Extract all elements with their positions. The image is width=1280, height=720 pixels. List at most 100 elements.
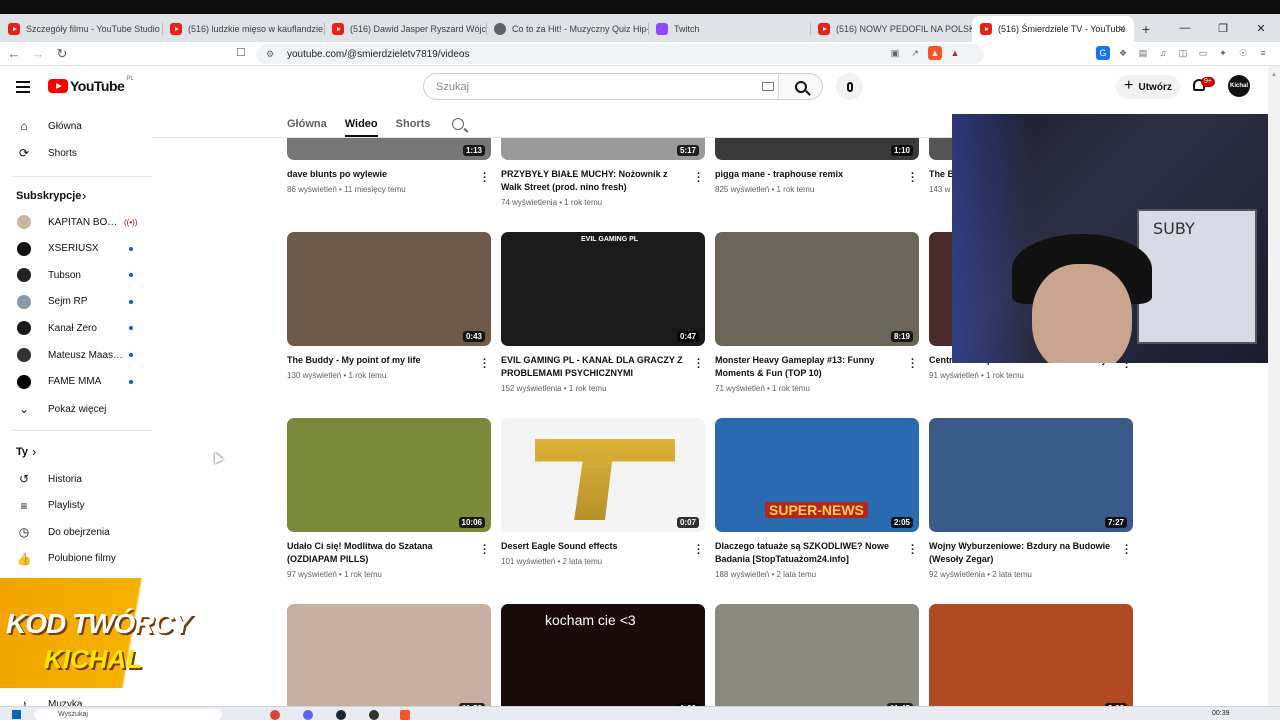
tab-shorts[interactable]: Shorts xyxy=(396,118,431,130)
music-icon[interactable]: ♫ xyxy=(1156,46,1170,60)
obs-icon[interactable] xyxy=(369,710,379,720)
sidebar-item-history[interactable]: ↺ Historia xyxy=(0,466,152,492)
steam-icon[interactable] xyxy=(336,710,346,720)
sidebar-item-like[interactable]: 👍 Polubione filmy xyxy=(0,546,152,572)
vpn-icon[interactable]: ☉ xyxy=(1236,46,1250,60)
video-thumbnail[interactable]: 11:45 xyxy=(715,604,919,706)
chevron-right-icon[interactable]: › xyxy=(32,444,36,459)
video-title[interactable]: Wojny Wyburzeniowe: Bzdury na Budowie (W… xyxy=(929,540,1115,566)
subscriptions-heading[interactable]: Subskrypcje xyxy=(16,190,81,202)
scroll-up-icon[interactable]: ▲ xyxy=(1271,72,1277,82)
sidebar-item-playlist[interactable]: ≡ Playlisty xyxy=(0,493,152,519)
discord-icon[interactable] xyxy=(303,710,313,720)
site-info-icon[interactable]: ⚙ xyxy=(266,49,277,60)
taskbar-search[interactable]: Wyszukaj xyxy=(34,709,222,720)
video-title[interactable]: Monster Heavy Gameplay #13: Funny Moment… xyxy=(715,354,901,380)
video-thumbnail[interactable]: 1:22kocham cie <3 xyxy=(501,604,705,706)
sidebar-item-subscription[interactable]: Tubson xyxy=(0,262,152,288)
more-options-icon[interactable]: ··· xyxy=(697,355,701,374)
video-title[interactable]: pigga mane - traphouse remix xyxy=(715,168,901,181)
video-title[interactable]: dave blunts po wylewie xyxy=(287,168,473,181)
video-title[interactable]: EVIL GAMING PL - KANAŁ DLA GRACZY Z PROB… xyxy=(501,354,687,380)
forward-icon[interactable]: → xyxy=(28,46,48,61)
show-more-button[interactable]: ⌄ Pokaż więcej xyxy=(0,396,152,422)
video-thumbnail[interactable]: 8:19 xyxy=(715,232,919,346)
sidebar-item-subscription[interactable]: Mateusz Maash... xyxy=(0,342,152,368)
close-window-icon[interactable]: ✕ xyxy=(1242,22,1280,35)
video-thumbnail[interactable]: 10:06 xyxy=(287,418,491,532)
video-thumbnail[interactable]: 2:33 xyxy=(929,604,1133,706)
video-card[interactable]: 11:52 xyxy=(287,604,491,706)
wallet-icon[interactable]: ▭ xyxy=(1196,46,1210,60)
browser-tab[interactable]: Szczegóły filmu - YouTube Studio xyxy=(0,16,162,42)
brave-shield-icon[interactable]: ▲ xyxy=(928,46,942,60)
minimize-icon[interactable]: — xyxy=(1166,22,1204,34)
tab-videos[interactable]: Wideo xyxy=(344,118,378,137)
video-thumbnail[interactable]: 0:07 xyxy=(501,418,705,532)
sidebar-item-subscription[interactable]: KAPITAN BOMB... ((•)) xyxy=(0,209,152,235)
sidebar-item-home[interactable]: ⌂ Główna xyxy=(0,113,152,139)
back-icon[interactable]: ← xyxy=(4,46,24,61)
video-title[interactable]: The Buddy - My point of my life xyxy=(287,354,473,367)
search-button[interactable] xyxy=(778,74,822,99)
ai-icon[interactable]: ✦ xyxy=(1216,46,1230,60)
video-title[interactable]: Desert Eagle Sound effects xyxy=(501,540,687,553)
media-icon[interactable]: ▤ xyxy=(1136,46,1150,60)
video-thumbnail[interactable]: 7:27 xyxy=(929,418,1133,532)
brave-icon[interactable] xyxy=(400,710,410,720)
menu-icon[interactable]: ≡ xyxy=(1256,46,1270,60)
hamburger-menu-icon[interactable] xyxy=(16,81,30,93)
sidebar-item-watch-later[interactable]: ◷ Do obejrzenia xyxy=(0,519,152,545)
chevron-right-icon[interactable]: › xyxy=(82,188,86,203)
windows-start-icon[interactable] xyxy=(12,710,21,719)
sidebar-item-subscription[interactable]: FAME MMA xyxy=(0,369,152,395)
you-heading[interactable]: Ty xyxy=(16,446,28,458)
video-title[interactable]: PRZYBYŁY BIAŁE MUCHY: Nożownik z Walk St… xyxy=(501,168,687,194)
chrome-icon[interactable] xyxy=(270,710,280,720)
browser-tab[interactable]: (516) NOWY PEDOFIL NA POLSKIM xyxy=(810,16,972,42)
sidebar-item-shorts[interactable]: ⟳ Shorts xyxy=(0,140,152,166)
translate-icon[interactable]: G xyxy=(1096,46,1110,60)
tab-close-icon[interactable]: ✕ xyxy=(1118,24,1126,35)
install-icon[interactable]: ▣ xyxy=(888,46,902,60)
sidebar-item-subscription[interactable]: Sejm RP xyxy=(0,289,152,315)
more-options-icon[interactable]: ··· xyxy=(1125,541,1129,560)
more-options-icon[interactable]: ··· xyxy=(483,169,487,188)
browser-tab[interactable]: Co to za Hit! - Muzyczny Quiz Hip-H xyxy=(486,16,648,42)
channel-search-icon[interactable] xyxy=(452,118,465,130)
more-options-icon[interactable]: ··· xyxy=(911,169,915,188)
video-thumbnail[interactable]: 2:05 SUPER-NEWS xyxy=(715,418,919,532)
puzzle-icon[interactable]: ❖ xyxy=(1116,46,1130,60)
voice-search-button[interactable] xyxy=(836,73,863,100)
rewards-icon[interactable]: ▲ xyxy=(948,46,962,60)
sidebar-item-subscription[interactable]: XSERIUSX xyxy=(0,236,152,262)
video-card[interactable]: 2:33 xyxy=(929,604,1133,706)
search-input[interactable] xyxy=(424,80,744,93)
browser-tab[interactable]: (516) ludzkie mięso w kauflandzie - Y xyxy=(162,16,324,42)
video-title[interactable]: Udało Ci się! Modlitwa do Szatana (OZDIA… xyxy=(287,540,473,566)
video-thumbnail[interactable]: 0:43 xyxy=(287,232,491,346)
sidebar-icon[interactable]: ◫ xyxy=(1176,46,1190,60)
video-thumbnail[interactable]: 11:52 xyxy=(287,604,491,706)
video-thumbnail[interactable]: 0:47 EVIL GAMING PL xyxy=(501,232,705,346)
more-options-icon[interactable]: ··· xyxy=(697,541,701,560)
more-options-icon[interactable]: ··· xyxy=(483,541,487,560)
url-bar[interactable]: ⚙ youtube.com/@smierdzieletv7819/videos xyxy=(256,44,984,64)
tab-home[interactable]: Główna xyxy=(287,118,327,130)
video-title[interactable]: Dlaczego tatuaże są SZKODLIWE? Nowe Bada… xyxy=(715,540,901,566)
keyboard-icon[interactable] xyxy=(762,82,774,91)
browser-tab[interactable]: Twitch xyxy=(648,16,810,42)
avatar[interactable]: Kichal xyxy=(1228,75,1250,97)
new-tab-icon[interactable]: + xyxy=(1134,16,1158,42)
more-options-icon[interactable]: ··· xyxy=(483,355,487,374)
video-card[interactable]: 1:22kocham cie <3 xyxy=(501,604,705,706)
sidebar-item-subscription[interactable]: Kanał Zero xyxy=(0,315,152,341)
more-options-icon[interactable]: ··· xyxy=(697,169,701,188)
create-button[interactable]: + Utwórz xyxy=(1116,75,1180,99)
maximize-icon[interactable]: ❐ xyxy=(1204,22,1242,35)
page-scrollbar[interactable]: ▲ xyxy=(1268,66,1280,706)
bookmark-icon[interactable]: ☐ xyxy=(236,46,246,59)
share-icon[interactable]: ↗ xyxy=(908,46,922,60)
more-options-icon[interactable]: ··· xyxy=(911,541,915,560)
youtube-logo[interactable]: YouTube PL xyxy=(48,76,134,94)
